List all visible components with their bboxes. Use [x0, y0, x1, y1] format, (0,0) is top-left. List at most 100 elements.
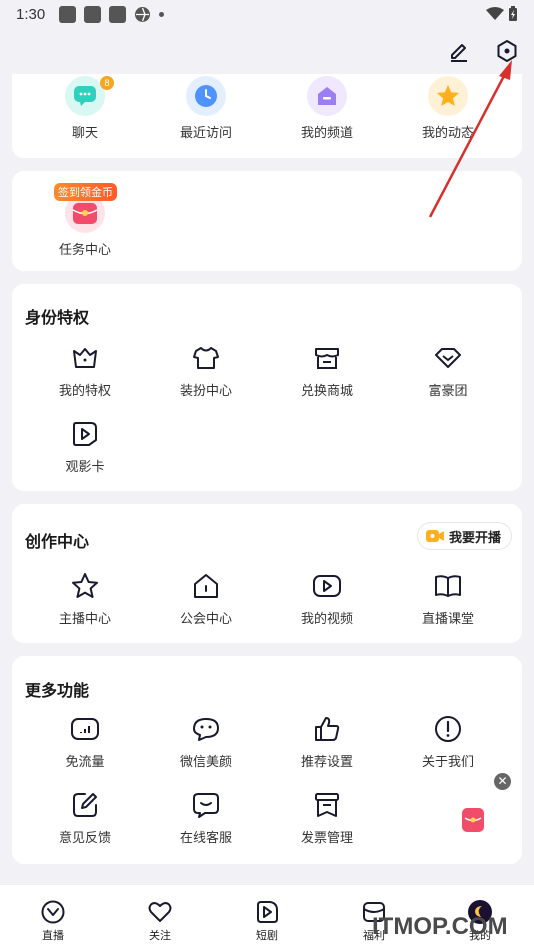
item-rich-group[interactable]: 富豪团: [387, 342, 509, 399]
more-notifications-icon: [159, 11, 165, 17]
diamond-icon: [432, 342, 464, 374]
quick-chat[interactable]: 8 聊天: [24, 76, 146, 141]
wifi-icon: [486, 7, 504, 20]
watermark: ITMOP.COM: [372, 913, 508, 940]
quick-channel[interactable]: 我的频道: [266, 76, 388, 141]
section-title: 身份特权: [25, 310, 90, 327]
item-label: 观影卡: [65, 459, 105, 474]
quick-recent[interactable]: 最近访问: [145, 76, 267, 141]
thumb-up-icon: [311, 713, 343, 745]
item-wechat-beauty[interactable]: 微信美颜: [145, 713, 267, 770]
start-live-label: 我要开播: [448, 529, 501, 545]
item-about-us[interactable]: 关于我们: [387, 713, 509, 770]
item-guild-center[interactable]: 公会中心: [145, 570, 267, 627]
item-label: 富豪团: [428, 383, 468, 398]
star-icon: [428, 76, 468, 116]
house-icon: [190, 570, 222, 602]
tab-live[interactable]: 直播: [23, 899, 83, 943]
star-outline-icon: [69, 570, 101, 602]
chat-icon: [65, 76, 105, 116]
item-label: 兑换商城: [300, 383, 353, 398]
identity-card: 身份特权 我的特权 装扮中心 兑换商城 富豪团 观影卡: [12, 284, 522, 491]
status-bar: 1:30: [0, 0, 534, 28]
item-movie-card[interactable]: 观影卡: [24, 418, 146, 475]
service-icon: [190, 789, 222, 821]
item-exchange-mall[interactable]: 兑换商城: [266, 342, 388, 399]
item-label: 我的特权: [58, 383, 111, 398]
camera-icon: [425, 530, 444, 542]
item-my-privilege[interactable]: 我的特权: [24, 342, 146, 399]
item-label: 装扮中心: [179, 383, 232, 398]
gear-icon: [497, 40, 517, 62]
tab-label: 关注: [149, 930, 171, 942]
crown-icon: [69, 342, 101, 374]
item-dress-center[interactable]: 装扮中心: [145, 342, 267, 399]
start-live-button[interactable]: 我要开播: [416, 522, 512, 550]
battery-icon: [509, 6, 517, 21]
floating-gift-icon[interactable]: [462, 808, 484, 832]
settings-button[interactable]: [494, 38, 520, 64]
close-icon[interactable]: ✕: [494, 773, 511, 790]
section-title: 创作中心: [25, 534, 90, 551]
beauty-icon: [190, 713, 222, 745]
feedback-icon: [69, 789, 101, 821]
item-live-class[interactable]: 直播课堂: [387, 570, 509, 627]
tab-label: 直播: [42, 930, 64, 942]
notification-icon: [109, 5, 127, 23]
item-label: 关于我们: [421, 754, 474, 769]
quick-label: 最近访问: [179, 125, 232, 140]
play-tab-icon: [254, 899, 280, 925]
item-label: 免流量: [65, 754, 105, 769]
tab-label: 短剧: [256, 930, 278, 942]
item-label: 公会中心: [179, 611, 232, 626]
task-label: 任务中心: [58, 242, 111, 257]
item-invoice[interactable]: 发票管理: [266, 789, 388, 846]
quick-label: 我的频道: [300, 125, 353, 140]
quick-label: 聊天: [71, 125, 98, 140]
item-feedback[interactable]: 意见反馈: [24, 789, 146, 846]
pencil-icon: [451, 44, 467, 62]
status-time: 1:30: [16, 5, 46, 23]
quick-label: 我的动态: [421, 125, 474, 140]
item-label: 直播课堂: [421, 611, 474, 626]
shop-icon: [311, 342, 343, 374]
quick-dynamics[interactable]: 我的动态: [387, 76, 509, 141]
item-label: 主播中心: [58, 611, 111, 626]
info-icon: [432, 713, 464, 745]
tab-follow[interactable]: 关注: [130, 899, 190, 943]
tab-short-drama[interactable]: 短剧: [237, 899, 297, 943]
item-label: 发票管理: [300, 830, 353, 845]
invoice-icon: [311, 789, 343, 821]
task-center[interactable]: 任务中心: [24, 193, 146, 258]
item-label: 在线客服: [179, 830, 232, 845]
item-label: 推荐设置: [300, 754, 353, 769]
shirt-icon: [190, 342, 222, 374]
item-my-video[interactable]: 我的视频: [266, 570, 388, 627]
notification-icon: [59, 5, 77, 23]
item-label: 微信美颜: [179, 754, 232, 769]
task-card: 任务中心 签到领金币: [12, 171, 522, 271]
aperture-icon: [135, 6, 151, 22]
top-actions: [446, 38, 520, 64]
edit-button[interactable]: [446, 38, 472, 64]
channel-icon: [307, 76, 347, 116]
more-card: 更多功能 免流量 微信美颜 推荐设置 关于我们 意见反馈 在线客服 发票管理: [12, 656, 522, 864]
play-card-icon: [69, 418, 101, 450]
video-icon: [311, 570, 343, 602]
heart-icon: [147, 899, 173, 925]
clock-icon: [186, 76, 226, 116]
creation-card: 创作中心 我要开播 主播中心 公会中心 我的视频 直播课堂: [12, 504, 522, 643]
item-anchor-center[interactable]: 主播中心: [24, 570, 146, 627]
item-label: 我的视频: [300, 611, 353, 626]
book-icon: [432, 570, 464, 602]
section-title: 更多功能: [25, 683, 90, 700]
item-free-data[interactable]: 免流量: [24, 713, 146, 770]
item-recommend-settings[interactable]: 推荐设置: [266, 713, 388, 770]
notification-icon: [84, 5, 102, 23]
chat-badge: 8: [100, 76, 114, 90]
item-label: 意见反馈: [58, 830, 111, 845]
quick-access-card: 8 聊天 最近访问 我的频道 我的动态: [12, 74, 522, 158]
item-online-service[interactable]: 在线客服: [145, 789, 267, 846]
checkin-tag: 签到领金币: [54, 183, 117, 201]
live-tab-icon: [40, 899, 66, 925]
